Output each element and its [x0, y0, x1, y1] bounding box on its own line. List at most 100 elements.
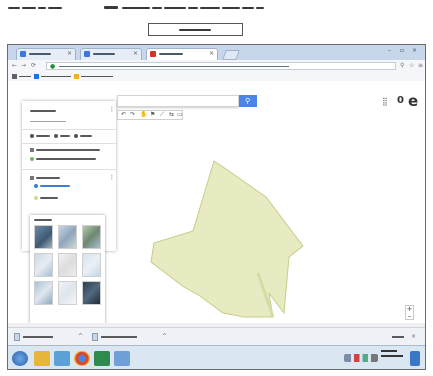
- browser-tab-3[interactable]: ×: [146, 48, 218, 60]
- file-icon: [92, 333, 98, 341]
- basemap-thumb-mono-city[interactable]: [58, 253, 77, 277]
- preview-line: [80, 135, 92, 137]
- directions-icon[interactable]: ⇆: [169, 111, 174, 118]
- close-icon[interactable]: ×: [209, 50, 214, 57]
- bookmark-icon[interactable]: [34, 74, 39, 79]
- add-layer-icon[interactable]: [30, 134, 34, 138]
- search-icon: ⚲: [245, 97, 251, 105]
- media-player-icon[interactable]: [54, 351, 70, 366]
- basemap-thumb-terrain[interactable]: [58, 225, 77, 249]
- bookmark-label[interactable]: [41, 76, 71, 77]
- lock-icon: ●: [50, 63, 56, 70]
- drawn-polygon[interactable]: [150, 160, 304, 318]
- redo-icon[interactable]: ↷: [130, 111, 135, 118]
- folder-icon[interactable]: [74, 74, 79, 79]
- new-tab-button[interactable]: [222, 50, 240, 60]
- clock-date-line: [381, 355, 403, 357]
- share-icon[interactable]: [54, 134, 58, 138]
- bookmark-label[interactable]: [81, 76, 113, 77]
- marker-icon[interactable]: ⚑: [150, 111, 155, 118]
- zoom-icon[interactable]: ⚲: [400, 62, 404, 69]
- second-layer-link-line: [40, 185, 70, 187]
- paint-icon[interactable]: [114, 351, 130, 366]
- checkbox-icon[interactable]: [30, 176, 34, 180]
- panel-menu-icon[interactable]: ⋮: [109, 107, 115, 113]
- search-button[interactable]: ⚲: [239, 95, 257, 107]
- close-window-icon[interactable]: ×: [412, 47, 417, 54]
- download-label-line: [23, 336, 53, 338]
- reload-icon[interactable]: ⟳: [31, 62, 36, 69]
- excel-icon[interactable]: [94, 351, 110, 366]
- url-field[interactable]: ●: [46, 62, 396, 70]
- map-subtitle-line: [30, 121, 66, 122]
- doc-boxed-label: [148, 23, 243, 36]
- close-downloads-icon[interactable]: ×: [411, 333, 416, 340]
- layer-row-line: [36, 149, 100, 151]
- chrome-icon[interactable]: [74, 351, 90, 366]
- download-bar: ^ ^ ×: [8, 327, 425, 346]
- chevron-up-icon[interactable]: ^: [78, 333, 83, 340]
- show-desktop-icon[interactable]: [410, 351, 420, 366]
- back-icon[interactable]: ←: [12, 62, 17, 69]
- map-canvas[interactable]: ⋮ ⋮ ⚲ ↶ ↷ ✋ ⚑ ⟋ ⇆ ▭ ⣿ 0 e + –: [8, 81, 425, 347]
- minimize-icon[interactable]: –: [388, 47, 391, 54]
- tab-favicon: [150, 51, 156, 57]
- layer-menu-icon[interactable]: ⋮: [109, 175, 115, 181]
- panel-divider: [22, 129, 116, 130]
- undo-icon[interactable]: ↶: [121, 111, 126, 118]
- layer-style-line: [36, 158, 96, 160]
- basemap-thumb-dark-landmass[interactable]: [58, 281, 77, 305]
- chevron-up-icon[interactable]: ^: [162, 333, 167, 340]
- tab-favicon: [84, 51, 90, 57]
- forward-icon[interactable]: →: [21, 62, 26, 69]
- basemap-heading-line: [34, 219, 52, 221]
- style-pin-icon[interactable]: [30, 157, 34, 161]
- map-title-line: [30, 110, 56, 112]
- basemap-thumb-satellite[interactable]: [34, 225, 53, 249]
- clock-time-line: [381, 350, 397, 352]
- star-icon[interactable]: ☆: [409, 62, 414, 69]
- start-button[interactable]: [12, 351, 28, 366]
- panel-divider: [22, 169, 116, 170]
- ruler-icon[interactable]: ▭: [177, 111, 183, 118]
- share-line: [60, 135, 70, 137]
- panel-divider: [22, 143, 116, 144]
- bookmark-label[interactable]: [19, 76, 31, 77]
- apps-grid-icon[interactable]: ⣿: [382, 97, 388, 106]
- tab-label: [159, 53, 183, 55]
- menu-icon[interactable]: ≡: [418, 62, 423, 69]
- file-explorer-icon[interactable]: [34, 351, 50, 366]
- avatar[interactable]: e: [408, 92, 418, 110]
- system-clock[interactable]: [381, 350, 403, 360]
- preview-icon[interactable]: [74, 134, 78, 138]
- tab-favicon: [20, 51, 26, 57]
- url-text-line: [59, 66, 289, 67]
- maximize-icon[interactable]: ▫: [400, 47, 404, 54]
- download-item-1[interactable]: ^: [14, 333, 86, 341]
- notification-badge-icon[interactable]: 0: [397, 95, 404, 106]
- browser-tab-1[interactable]: ×: [16, 48, 76, 60]
- download-item-2[interactable]: ^: [92, 333, 170, 341]
- add-layer-line: [36, 135, 50, 137]
- draw-line-icon[interactable]: ⟋: [160, 111, 164, 119]
- checkbox-icon[interactable]: [30, 148, 34, 152]
- feature-name-line: [40, 197, 58, 199]
- basemap-thumb-light-landmass[interactable]: [34, 281, 53, 305]
- basemap-thumb-light-political[interactable]: [34, 253, 53, 277]
- browser-window: × × × – ▫ × ← → ⟳ ● ⚲ ☆ ≡ ⋮ ⋮ ⚲ ↶ ↷ ✋ ⚑ …: [7, 44, 426, 370]
- close-icon[interactable]: ×: [67, 50, 72, 57]
- show-all-line: [392, 336, 404, 338]
- basemap-thumb-map[interactable]: [82, 225, 101, 249]
- tray-icons[interactable]: [344, 354, 378, 362]
- close-icon[interactable]: ×: [133, 50, 138, 57]
- polygon-feature-icon[interactable]: [34, 196, 38, 200]
- apps-icon[interactable]: [12, 74, 17, 79]
- tab-strip: × × × – ▫ ×: [8, 45, 425, 60]
- basemap-thumb-simple-atlas[interactable]: [82, 253, 101, 277]
- basemap-thumb-whitewater[interactable]: [82, 281, 101, 305]
- hand-icon[interactable]: ✋: [140, 111, 147, 118]
- zoom-out-button[interactable]: –: [406, 313, 413, 320]
- map-search-input[interactable]: [117, 95, 239, 107]
- style-icon[interactable]: [34, 184, 38, 188]
- browser-tab-2[interactable]: ×: [80, 48, 142, 60]
